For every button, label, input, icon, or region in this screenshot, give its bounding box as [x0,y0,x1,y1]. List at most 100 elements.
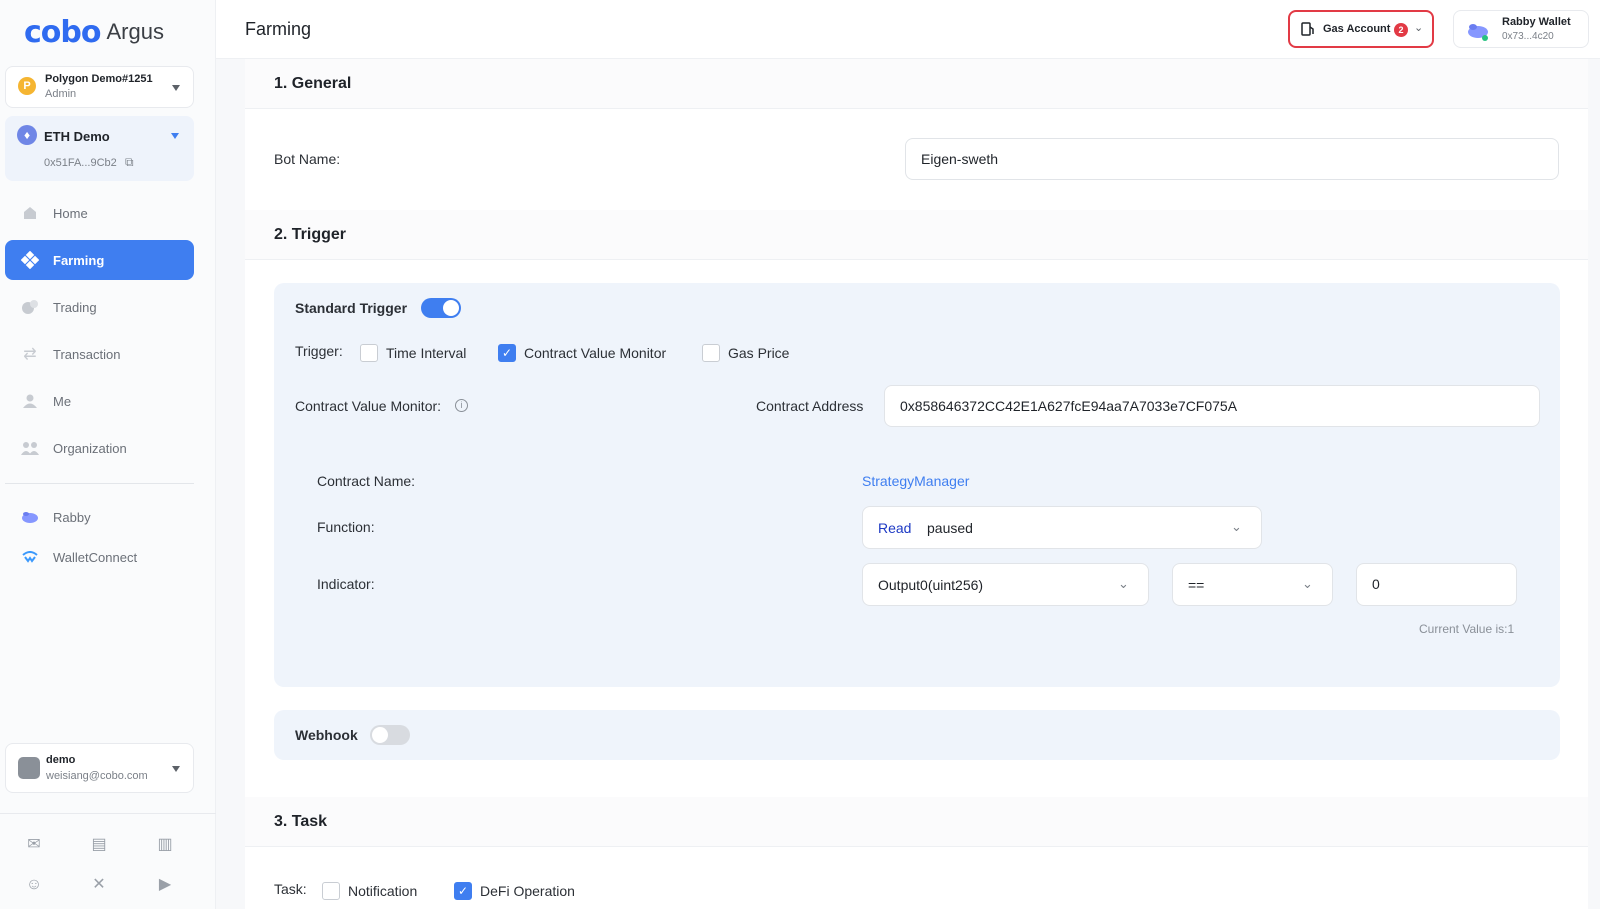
account-switcher[interactable]: ♦ ETH Demo 0x51FA...9Cb2 ⧉ [5,116,194,181]
contract-value-monitor-title: Contract Value Monitor: [295,398,442,414]
time-interval-label: Time Interval [386,345,467,361]
ethereum-icon: ♦ [17,125,37,145]
task-label: Task: [274,881,307,897]
avatar [18,757,40,779]
user-name: demo [46,754,76,766]
indicator-output-value: Output0(uint256) [878,577,984,593]
sidebar-item-farming[interactable]: Farming [5,240,194,280]
wallet-address: 0x73...4c20 [1502,31,1554,42]
page-title: Farming [245,19,312,39]
chevron-down-icon: ⌄ [1118,576,1129,591]
sidebar-item-me[interactable]: Me [5,381,194,421]
notification-checkbox[interactable] [322,882,340,900]
account-name: ETH Demo [44,129,110,144]
time-interval-checkbox[interactable] [360,344,378,362]
indicator-output-select[interactable]: Output0(uint256) ⌄ [862,563,1149,606]
contract-value-monitor-label: Contract Value Monitor [524,345,667,361]
function-name: paused [927,520,973,536]
sidebar-item-label: WalletConnect [53,549,138,565]
operator-select[interactable]: == ⌄ [1172,563,1333,606]
standard-trigger-toggle[interactable] [421,298,461,318]
sidebar-item-label: Me [53,393,72,409]
webhook-panel: Webhook [274,710,1560,760]
book-icon[interactable]: ▤ [89,835,109,855]
contract-name-link[interactable]: StrategyManager [862,473,969,489]
user-icon [21,392,39,410]
defi-operation-label: DeFi Operation [480,883,575,899]
sidebar-item-trading[interactable]: Trading [5,287,194,327]
user-menu[interactable]: demo weisiang@cobo.com [5,743,194,793]
current-value-text: Current Value is:1 [1419,622,1515,636]
bot-name-label: Bot Name: [274,151,341,167]
sidebar-item-label: Home [53,205,88,221]
rabby-icon [1468,24,1488,41]
transfer-icon: ⇄ [23,346,37,363]
home-icon [21,204,39,222]
function-select[interactable]: Read paused ⌄ [862,506,1262,549]
wallet-name: Rabby Wallet [1502,16,1571,28]
sidebar-item-home[interactable]: Home [5,193,194,233]
gas-price-checkbox[interactable] [702,344,720,362]
top-bar: Farming Gas Account 2 ⌄ Rabby Wallet 0x7… [216,0,1600,59]
section-title: 3. Task [274,813,328,830]
copy-icon[interactable]: ⧉ [125,155,134,170]
map-icon[interactable]: ▥ [155,835,175,855]
team-icon [21,439,39,457]
rabby-icon [21,508,39,526]
section-task-header: 3. Task [245,797,1588,847]
standard-trigger-label: Standard Trigger [295,300,408,316]
farming-icon [21,251,39,269]
section-title: 2. Trigger [274,226,347,243]
org-name: Polygon Demo#1251 [45,73,153,85]
gas-price-label: Gas Price [728,345,790,361]
notification-badge: 2 [1394,23,1408,37]
contract-value-monitor-checkbox[interactable]: ✓ [498,344,516,362]
chevron-down-icon [172,766,180,772]
operator-value: == [1188,577,1205,593]
brand-logo: cobo [24,14,101,50]
trading-icon [21,298,39,316]
gas-account-button[interactable]: Gas Account 2 ⌄ [1288,10,1434,48]
sidebar-item-label: Trading [53,299,97,315]
discord-icon[interactable]: ☺ [24,875,44,895]
gas-account-label: Gas Account [1323,23,1391,35]
cobo-argus-logo[interactable]: cobo Argus [24,14,164,50]
indicator-value-input[interactable]: 0 [1356,563,1517,606]
sidebar-item-transaction[interactable]: ⇄ Transaction [5,334,194,374]
account-address: 0x51FA...9Cb2 [44,157,117,169]
sidebar-item-rabby[interactable]: Rabby [5,497,194,537]
section-general-header: 1. General [245,59,1588,109]
contract-address-input[interactable]: 0x858646372CC42E1A627fcE94aa7A7033e7CF07… [884,385,1540,427]
chevron-down-icon [171,133,179,139]
standard-trigger-panel: Standard Trigger Trigger: Time Interval … [274,283,1560,687]
sidebar-item-label: Farming [53,252,105,268]
x-icon[interactable]: ✕ [89,875,109,895]
notification-label: Notification [348,883,418,899]
sidebar-divider [5,483,194,484]
trigger-type-label: Trigger: [295,343,343,359]
sidebar-item-label: Transaction [53,346,121,362]
sidebar-item-organization[interactable]: Organization [5,428,194,468]
section-trigger-header: 2. Trigger [245,210,1588,260]
chevron-down-icon: ⌄ [1302,576,1313,591]
info-icon[interactable]: i [455,399,468,412]
sidebar-item-walletconnect[interactable]: WalletConnect [5,537,194,577]
footer-divider [0,813,216,814]
bot-name-input[interactable]: Eigen-sweth [905,138,1559,180]
org-switcher[interactable]: P Polygon Demo#1251 Admin [5,66,194,108]
function-label: Function: [317,519,375,535]
sidebar: cobo Argus P Polygon Demo#1251 Admin ♦ E… [0,0,216,909]
indicator-label: Indicator: [317,576,375,592]
user-email: weisiang@cobo.com [46,770,148,782]
chevron-down-icon [172,85,180,91]
contract-name-label: Contract Name: [317,473,416,489]
youtube-icon[interactable]: ▶ [155,875,175,895]
sidebar-item-label: Rabby [53,509,91,525]
wallet-button[interactable]: Rabby Wallet 0x73...4c20 [1453,10,1589,48]
mail-icon[interactable]: ✉ [24,835,44,855]
webhook-label: Webhook [295,727,358,743]
gas-pump-icon [1301,22,1314,36]
defi-operation-checkbox[interactable]: ✓ [454,882,472,900]
webhook-toggle[interactable] [370,725,410,745]
main-content: 1. General Bot Name: Eigen-sweth 2. Trig… [245,59,1588,909]
